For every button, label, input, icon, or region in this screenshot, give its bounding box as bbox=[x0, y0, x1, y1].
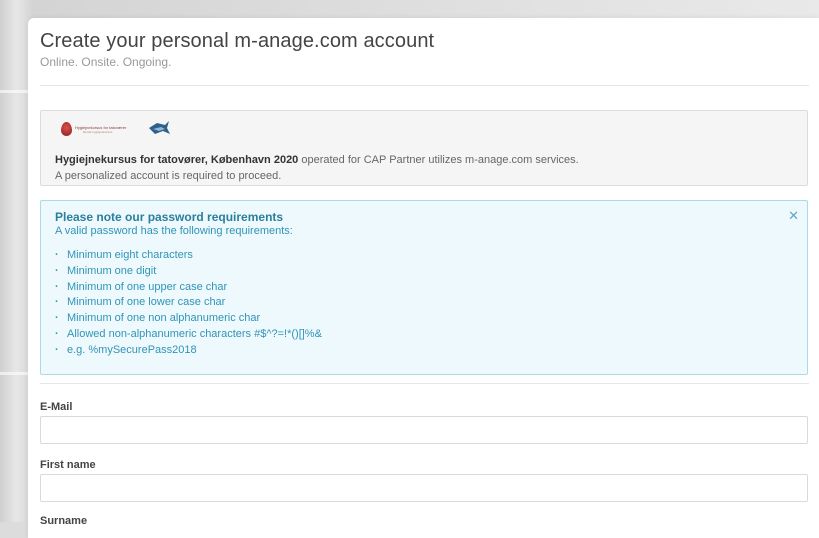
event-logo: Hygiejnekursus for tatoværer Dansk hygie… bbox=[59, 119, 175, 141]
page-title: Create your personal m-anage.com account bbox=[40, 30, 435, 52]
first-name-label: First name bbox=[40, 459, 96, 471]
header-divider bbox=[40, 85, 809, 86]
header: Create your personal m-anage.com account… bbox=[40, 30, 434, 69]
event-name: Hygiejnekursus for tatovører, København … bbox=[55, 154, 299, 166]
list-item: Allowed non-alphanumeric characters #$^?… bbox=[55, 327, 322, 343]
account-required-note: A personalized account is required to pr… bbox=[55, 170, 282, 182]
email-field[interactable] bbox=[40, 416, 808, 444]
event-logo-subtext: Dansk hygiejnekursus bbox=[83, 130, 113, 134]
email-label: E-Mail bbox=[40, 401, 73, 413]
event-info-box: Hygiejnekursus for tatoværer Dansk hygie… bbox=[40, 110, 808, 186]
form-divider bbox=[40, 383, 809, 384]
registration-card: Create your personal m-anage.com account… bbox=[28, 18, 819, 538]
list-item: Minimum of one non alphanumeric char bbox=[55, 311, 322, 327]
surname-label: Surname bbox=[40, 515, 88, 527]
tattoo-machine-icon bbox=[149, 121, 170, 134]
password-requirements-list: Minimum eight characters Minimum one dig… bbox=[55, 248, 322, 359]
list-item: Minimum of one lower case char bbox=[55, 295, 322, 311]
event-operated-text: operated for CAP Partner utilizes m-anag… bbox=[298, 154, 579, 166]
list-item: Minimum eight characters bbox=[55, 248, 322, 264]
alert-title: Please note our password requirements bbox=[55, 210, 284, 224]
alert-subtitle: A valid password has the following requi… bbox=[55, 225, 293, 237]
first-name-field[interactable] bbox=[40, 474, 808, 502]
event-logo-emblem-icon bbox=[61, 122, 72, 136]
list-item: Minimum one digit bbox=[55, 264, 322, 280]
page-tagline: Online. Onsite. Ongoing. bbox=[40, 55, 172, 69]
list-item: Minimum of one upper case char bbox=[55, 280, 322, 296]
close-icon[interactable]: ✕ bbox=[788, 208, 799, 224]
event-description: Hygiejnekursus for tatovører, København … bbox=[55, 154, 579, 166]
password-requirements-alert: Please note our password requirements A … bbox=[40, 200, 808, 375]
list-item: e.g. %mySecurePass2018 bbox=[55, 343, 322, 359]
